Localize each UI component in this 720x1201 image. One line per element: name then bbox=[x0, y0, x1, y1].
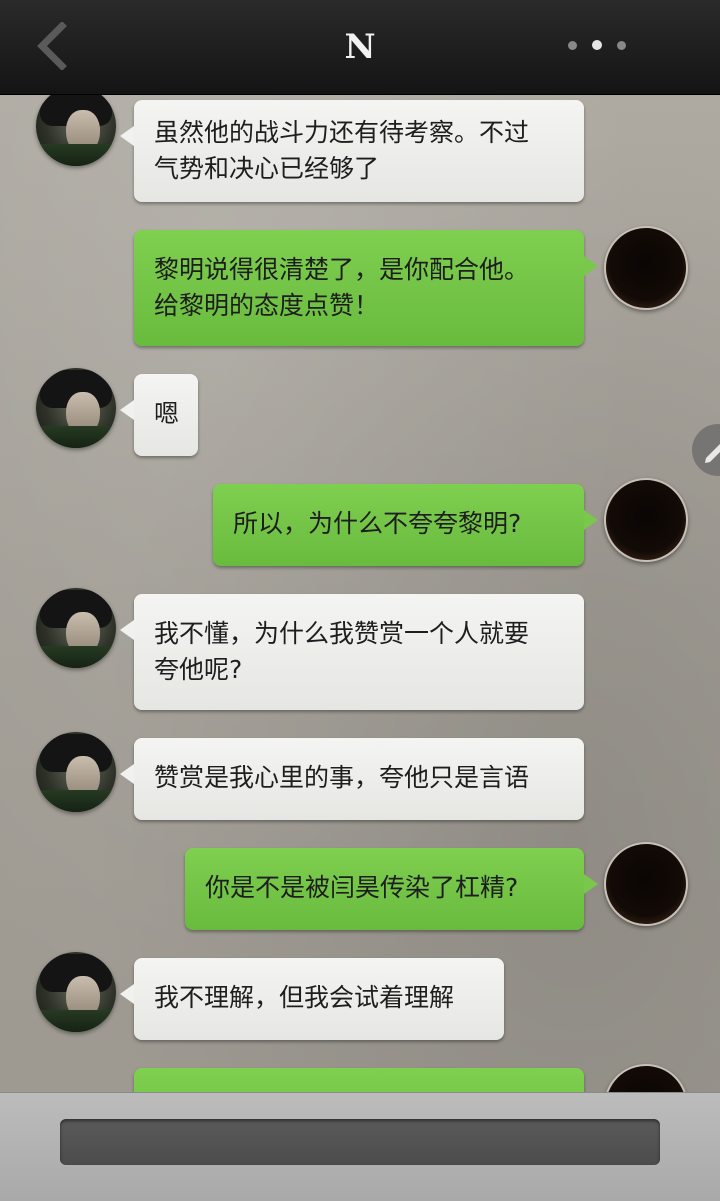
contact-avatar[interactable] bbox=[36, 732, 116, 812]
my-avatar[interactable] bbox=[604, 226, 688, 310]
more-dots-icon bbox=[592, 40, 602, 50]
pencil-icon bbox=[705, 444, 720, 463]
message-bubble[interactable]: 所以，为什么不夸夸黎明? bbox=[213, 484, 598, 566]
message-text: 气势和决心已经够了 bbox=[154, 154, 380, 183]
message-text: 我不懂，为什么我赞赏一个人就要 bbox=[154, 619, 530, 648]
more-dots-icon bbox=[568, 41, 577, 50]
input-bar bbox=[0, 1092, 720, 1201]
contact-avatar[interactable] bbox=[36, 86, 116, 166]
chevron-left-icon bbox=[37, 21, 67, 71]
my-avatar[interactable] bbox=[604, 842, 688, 926]
contact-avatar[interactable] bbox=[36, 952, 116, 1032]
message-text: 虽然他的战斗力还有待考察。不过 bbox=[154, 118, 530, 147]
message-text: 夸他呢? bbox=[154, 655, 243, 684]
contact-avatar[interactable] bbox=[36, 588, 116, 668]
message-list[interactable]: 虽然他的战斗力还有待考察。不过 气势和决心已经够了 黎明说得很清楚了，是你配合他… bbox=[0, 0, 720, 1200]
message-text: 赞赏是我心里的事，夸他只是言语 bbox=[154, 763, 530, 792]
message-text: 你是不是被闫昊传染了杠精? bbox=[205, 873, 519, 902]
more-dots-icon bbox=[617, 41, 626, 50]
message-text: 所以，为什么不夸夸黎明? bbox=[233, 509, 522, 538]
message-text: 我不理解，但我会试着理解 bbox=[154, 983, 455, 1012]
message-text: 嗯 bbox=[154, 399, 180, 428]
message-bubble[interactable]: 赞赏是我心里的事，夸他只是言语 bbox=[120, 738, 584, 820]
message-text: 黎明说得很清楚了，是你配合他。 bbox=[154, 255, 530, 284]
message-bubble[interactable]: 虽然他的战斗力还有待考察。不过 气势和决心已经够了 bbox=[120, 100, 584, 202]
message-bubble[interactable]: 我不理解，但我会试着理解 bbox=[120, 958, 504, 1040]
message-text: 给黎明的态度点赞！ bbox=[154, 291, 380, 320]
message-bubble[interactable]: 黎明说得很清楚了，是你配合他。 给黎明的态度点赞！ bbox=[134, 230, 598, 346]
message-input[interactable] bbox=[60, 1119, 660, 1165]
title-bar: N bbox=[0, 0, 720, 95]
back-button[interactable] bbox=[30, 21, 78, 71]
more-options-button[interactable] bbox=[560, 30, 640, 60]
edit-floating-button[interactable] bbox=[692, 424, 720, 476]
message-bubble[interactable]: 我不懂，为什么我赞赏一个人就要 夸他呢? bbox=[120, 594, 584, 710]
contact-avatar[interactable] bbox=[36, 368, 116, 448]
my-avatar[interactable] bbox=[604, 478, 688, 562]
message-bubble[interactable]: 嗯 bbox=[120, 374, 198, 456]
message-bubble[interactable]: 你是不是被闫昊传染了杠精? bbox=[185, 848, 598, 930]
